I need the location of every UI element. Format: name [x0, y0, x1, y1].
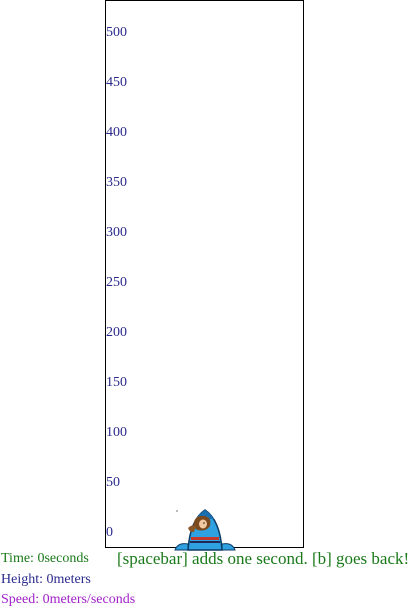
- height-tick-label: 50: [106, 475, 120, 490]
- height-label: Height:: [1, 572, 47, 587]
- height-tick-label: 100: [106, 425, 127, 440]
- speed-label: Speed:: [1, 592, 43, 607]
- height-tick-label: 150: [106, 375, 127, 390]
- time-readout: Time: 0seconds: [1, 551, 89, 567]
- height-value: 0: [46, 572, 54, 587]
- time-label: Time:: [1, 551, 38, 566]
- height-tick-label: 350: [106, 175, 127, 190]
- height-tick-label: 250: [106, 275, 127, 290]
- keyboard-instructions: [spacebar] adds one second. [b] goes bac…: [117, 549, 410, 568]
- speed-unit: meters/seconds: [49, 592, 136, 607]
- height-tick-label: 300: [106, 225, 127, 240]
- height-readout: Height: 0meters: [1, 572, 91, 588]
- rocket-with-pilot-icon: [174, 509, 236, 551]
- height-tick-label: 500: [106, 25, 127, 40]
- time-unit: seconds: [44, 551, 89, 566]
- height-tick-label: 450: [106, 75, 127, 90]
- height-tick-label: 200: [106, 325, 127, 340]
- speed-readout: Speed: 0meters/seconds: [1, 592, 135, 608]
- speed-value: 0: [42, 592, 50, 607]
- height-unit: meters: [53, 572, 91, 587]
- height-tick-label: 400: [106, 125, 127, 140]
- game-viewport: [105, 0, 304, 548]
- height-tick-label: 0: [106, 525, 113, 540]
